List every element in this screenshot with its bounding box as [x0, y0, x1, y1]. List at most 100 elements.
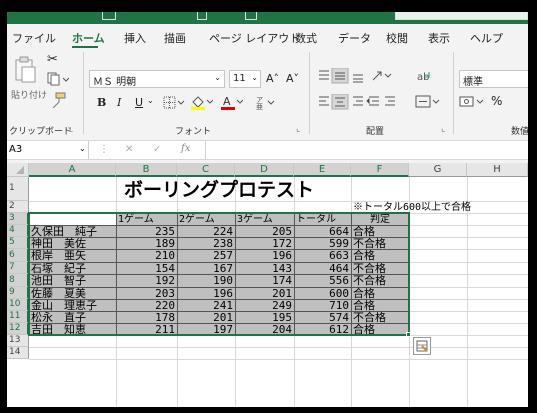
name-cell[interactable]: 池田 智子	[31, 274, 114, 287]
tab-data[interactable]: データ	[338, 30, 371, 46]
tab-insert[interactable]: 挿入	[124, 30, 146, 46]
row-header-6[interactable]: 6	[7, 249, 29, 262]
score-cell[interactable]: 192	[118, 274, 175, 287]
row-header-14[interactable]: 14	[7, 347, 29, 359]
row-header-3[interactable]: 3	[7, 213, 29, 225]
insert-function-icon[interactable]: fx	[181, 143, 190, 154]
quick-access-icon[interactable]	[245, 12, 257, 20]
merge-center-icon[interactable]	[415, 94, 441, 110]
fill-color-icon[interactable]	[189, 94, 213, 110]
confirm-entry-icon[interactable]: ✓	[153, 144, 161, 155]
score-cell[interactable]: 196	[237, 249, 292, 262]
tab-draw[interactable]: 描画	[164, 30, 186, 46]
score-cell[interactable]: 197	[179, 323, 233, 336]
score-cell[interactable]: 210	[118, 249, 175, 262]
percent-style-button[interactable]: %	[491, 94, 502, 108]
column-header-g[interactable]: G	[409, 163, 467, 177]
row-header-9[interactable]: 9	[7, 287, 29, 299]
name-cell[interactable]: 根岸 亜矢	[31, 249, 114, 262]
score-cell[interactable]: 204	[237, 323, 292, 336]
tab-view[interactable]: 表示	[428, 30, 450, 46]
column-header-e[interactable]: E	[294, 163, 351, 177]
font-name-value: ＭＳ 明朝	[93, 77, 137, 88]
tab-page-layout[interactable]: ページ レイアウト	[209, 30, 300, 46]
shrink-font-button[interactable]: A˅	[286, 72, 299, 85]
chevron-down-icon[interactable]: ⌄	[147, 96, 154, 105]
font-name-select[interactable]: ＭＳ 明朝 ⌄	[89, 70, 225, 88]
formula-input[interactable]	[205, 141, 528, 159]
score-cell[interactable]: 663	[296, 249, 349, 262]
search-box[interactable]	[395, 12, 528, 20]
ribbon: 貼り付け ✂ クリップボード ⌞ ＭＳ 明朝 ⌄ 11 ⌄ A˄ A˅ B I …	[7, 50, 528, 138]
score-cell[interactable]: 257	[179, 249, 233, 262]
alignment-group-label: 配置	[366, 127, 385, 137]
tab-review[interactable]: 校閲	[386, 30, 408, 46]
more-options-icon: ⋮	[99, 144, 109, 155]
cut-icon[interactable]: ✂	[47, 52, 58, 67]
result-cell[interactable]: 不合格	[353, 274, 407, 287]
phonetic-icon[interactable]: ア 亜	[253, 94, 275, 110]
quick-access-icon[interactable]	[102, 12, 116, 20]
column-header-a[interactable]: A	[29, 163, 116, 177]
grow-font-button[interactable]: A˄	[266, 72, 279, 85]
row-header-4[interactable]: 4	[7, 225, 29, 237]
underline-button[interactable]: U	[135, 96, 143, 109]
row-header-13[interactable]: 13	[7, 335, 29, 347]
group-separator	[309, 52, 310, 134]
row-header-2[interactable]: 2	[7, 201, 29, 213]
quick-analysis-icon[interactable]	[413, 337, 431, 355]
paste-icon[interactable]	[13, 56, 37, 84]
column-header-b[interactable]: B	[116, 163, 177, 177]
row-header-8[interactable]: 8	[7, 274, 29, 287]
copy-icon[interactable]	[47, 72, 69, 86]
result-cell[interactable]: 合格	[353, 249, 407, 262]
column-header-h[interactable]: H	[467, 163, 528, 177]
dialog-launcher-icon[interactable]: ⌞	[296, 124, 300, 134]
tab-home[interactable]: ホーム	[72, 30, 105, 46]
font-size-select[interactable]: 11 ⌄	[229, 70, 261, 88]
row-header-5[interactable]: 5	[7, 237, 29, 249]
name-box[interactable]: A3 ⌄	[7, 141, 89, 159]
row-header-1[interactable]: 1	[7, 177, 29, 201]
row-header-10[interactable]: 10	[7, 299, 29, 311]
score-cell[interactable]: 612	[296, 323, 349, 336]
clipboard-group-label: クリップボード	[9, 127, 73, 137]
row-header-7[interactable]: 7	[7, 262, 29, 274]
select-all-corner[interactable]	[7, 163, 29, 177]
tab-help[interactable]: ヘルプ	[470, 30, 503, 46]
format-painter-icon[interactable]	[49, 92, 67, 108]
cancel-entry-icon[interactable]: ✕	[125, 144, 133, 155]
bold-button[interactable]: B	[97, 96, 106, 109]
column-header-d[interactable]: D	[235, 163, 294, 177]
dialog-launcher-icon[interactable]: ⌞	[441, 124, 445, 134]
row-header-11[interactable]: 11	[7, 311, 29, 323]
borders-icon[interactable]	[163, 96, 185, 110]
score-cell[interactable]: 211	[118, 323, 175, 336]
paste-label[interactable]: 貼り付け	[11, 88, 47, 101]
column-header-f[interactable]: F	[351, 163, 409, 177]
group-separator	[83, 52, 84, 134]
quick-access-icon[interactable]	[197, 12, 207, 20]
font-color-icon[interactable]: A	[219, 94, 243, 110]
result-cell[interactable]: 合格	[353, 323, 407, 336]
accounting-format-icon[interactable]	[459, 94, 485, 110]
tab-file[interactable]: ファイル	[12, 30, 56, 46]
name-cell[interactable]: 吉田 知恵	[31, 323, 114, 336]
column-header-c[interactable]: C	[177, 163, 235, 177]
ribbon-tabs: ファイル ホーム 挿入 描画 ページ レイアウト 数式 データ 校閲 表示 ヘル…	[7, 26, 528, 48]
worksheet-grid[interactable]: ABCDEFGH 1 2 3 4 5 6 7 8 9 10 11 12 13 14 ボーリングプロテスト ※…	[7, 163, 528, 407]
row-header-12[interactable]: 12	[7, 323, 29, 335]
number-format-select[interactable]: 標準	[459, 70, 528, 88]
score-cell[interactable]: 190	[179, 274, 233, 287]
italic-button[interactable]: I	[117, 96, 121, 109]
wrap-text-icon[interactable]: ab	[415, 68, 435, 84]
score-cell[interactable]: 556	[296, 274, 349, 287]
font-group-label: フォント	[175, 127, 212, 137]
dialog-launcher-icon[interactable]: ⌞	[69, 124, 73, 134]
sheet-title: ボーリングプロテスト	[123, 179, 314, 201]
fill-handle[interactable]	[406, 332, 411, 337]
score-cell[interactable]: 174	[237, 274, 292, 287]
tab-formulas[interactable]: 数式	[295, 30, 317, 46]
active-cell[interactable]	[30, 214, 116, 225]
svg-text:亜: 亜	[256, 103, 263, 110]
